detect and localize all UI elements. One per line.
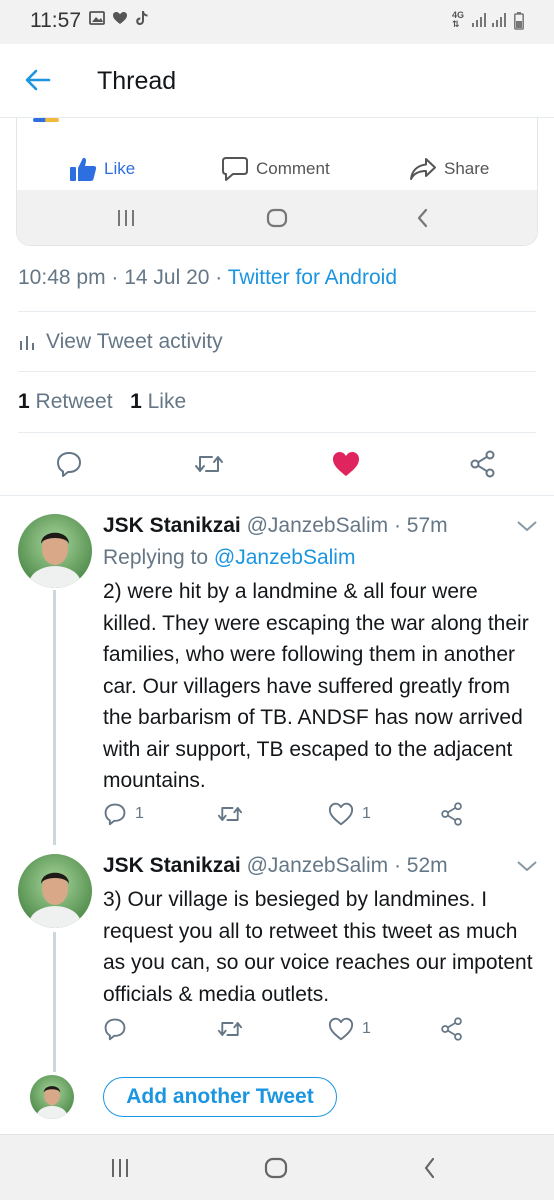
reply-author: JSK Stanikzai @JanzebSalim · 57m — [103, 514, 448, 537]
author-handle[interactable]: @JanzebSalim — [247, 514, 389, 537]
like-heart-icon[interactable] — [331, 450, 361, 478]
reply-icon — [104, 1018, 126, 1041]
comment-bubble-icon — [222, 157, 248, 181]
replying-to: Replying to @JanzebSalim — [103, 546, 356, 569]
embedded-image-card[interactable]: Like Comment Share — [16, 118, 538, 246]
avatar[interactable] — [18, 514, 92, 588]
tweet-action-bar — [0, 446, 554, 484]
tweet-text: 2) were hit by a landmine & all four wer… — [103, 580, 529, 792]
embedded-nav-bar — [17, 190, 537, 245]
tweet-source-link[interactable]: Twitter for Android — [228, 266, 397, 289]
tweet-timestamp: 10:48 pm · 14 Jul 20 · Twitter for Andro… — [18, 266, 398, 289]
retweet-icon — [217, 807, 243, 821]
view-tweet-activity-link[interactable]: View Tweet activity — [18, 330, 223, 354]
system-nav-bar — [0, 1134, 554, 1200]
retweet-button[interactable] — [216, 1017, 244, 1041]
chevron-down-icon[interactable] — [515, 858, 539, 874]
back-chevron-icon — [417, 208, 428, 228]
retweet-stat[interactable]: 1 Retweet — [18, 390, 113, 413]
thread-connector — [53, 590, 56, 845]
home-icon[interactable] — [263, 1157, 289, 1179]
reply-button[interactable]: 1 — [103, 802, 144, 826]
battery-icon — [514, 12, 524, 30]
home-icon — [266, 208, 288, 228]
recents-icon — [118, 210, 134, 226]
share-network-icon — [441, 802, 462, 826]
back-chevron-icon[interactable] — [422, 1157, 438, 1179]
tiktok-icon — [136, 11, 148, 25]
embedded-like-button: Like — [69, 156, 135, 182]
embedded-share-button: Share — [409, 156, 489, 182]
page-title: Thread — [97, 67, 177, 95]
network-type: 4G ⇅ — [452, 10, 465, 29]
tweet-stats: 1 Retweet 1 Like — [18, 390, 186, 414]
add-another-tweet-button[interactable]: Add another Tweet — [103, 1077, 337, 1117]
divider — [0, 495, 554, 496]
back-arrow-icon[interactable] — [24, 66, 52, 94]
signal-icon — [492, 13, 506, 27]
thread-connector — [53, 932, 56, 1072]
share-button[interactable] — [440, 802, 464, 826]
reaction-icons — [33, 118, 59, 122]
thread-header: Thread — [0, 44, 554, 118]
status-bar: 11:57 4G ⇅ — [0, 0, 554, 44]
like-heart-icon — [328, 1017, 354, 1041]
author-name[interactable]: JSK Stanikzai — [103, 854, 241, 877]
divider — [18, 432, 536, 433]
share-network-icon[interactable] — [469, 450, 497, 478]
retweet-icon[interactable] — [193, 450, 225, 478]
embedded-action-row: Like Comment Share — [17, 148, 537, 188]
replying-to-handle[interactable]: @JanzebSalim — [214, 546, 356, 569]
share-button[interactable] — [440, 1017, 464, 1041]
compose-row: Add another Tweet — [0, 1073, 554, 1123]
author-name[interactable]: JSK Stanikzai — [103, 514, 241, 537]
signal-icon — [472, 13, 486, 27]
reply-button[interactable] — [103, 1017, 127, 1041]
retweet-icon — [217, 1022, 243, 1036]
chevron-down-icon[interactable] — [515, 518, 539, 534]
like-heart-icon — [328, 802, 354, 826]
reply-icon — [104, 803, 126, 826]
tweet-age: 57m — [406, 514, 448, 537]
tweet-text: 3) Our village is besieged by landmines.… — [103, 888, 533, 1006]
reply-action-bar: 1 — [103, 1017, 533, 1047]
status-time: 11:57 — [30, 9, 81, 32]
reply-icon[interactable] — [55, 450, 83, 478]
bar-chart-icon — [20, 336, 34, 350]
thumbs-up-icon — [70, 157, 97, 181]
like-button[interactable]: 1 — [328, 802, 371, 826]
like-button[interactable]: 1 — [328, 1017, 371, 1041]
like-stat[interactable]: 1 Like — [130, 390, 186, 413]
gallery-icon — [89, 11, 105, 25]
reply-author: JSK Stanikzai @JanzebSalim · 52m — [103, 854, 448, 877]
embedded-comment-button: Comment — [221, 156, 330, 182]
retweet-button[interactable] — [216, 802, 244, 826]
divider — [18, 371, 536, 372]
avatar — [30, 1075, 74, 1119]
status-icons — [89, 10, 149, 26]
share-network-icon — [441, 1017, 462, 1041]
divider — [18, 311, 536, 312]
avatar[interactable] — [18, 854, 92, 928]
recents-icon[interactable] — [109, 1157, 131, 1179]
tweet-age: 52m — [406, 854, 448, 877]
heart-icon — [113, 12, 127, 24]
reply-action-bar: 1 1 — [103, 802, 533, 832]
share-arrow-icon — [410, 158, 436, 180]
author-handle[interactable]: @JanzebSalim — [247, 854, 389, 877]
